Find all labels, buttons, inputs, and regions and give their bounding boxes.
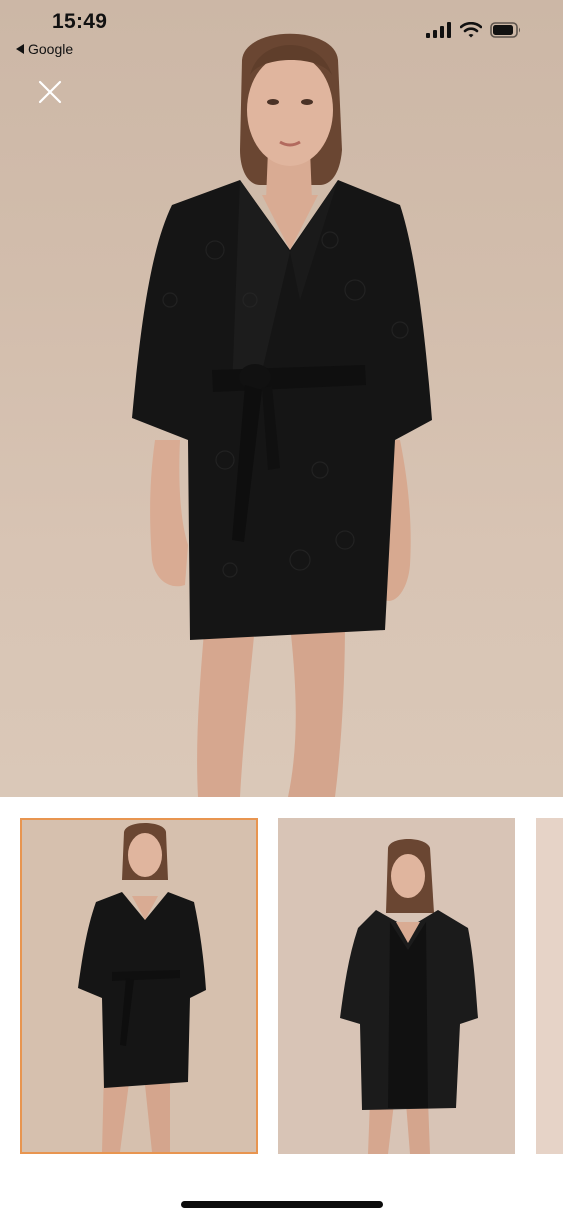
close-button[interactable] (33, 75, 67, 109)
status-icons (426, 22, 522, 38)
thumbnail-2[interactable] (278, 818, 515, 1154)
back-to-google-link[interactable]: Google (16, 41, 73, 57)
thumbnail-1-selected[interactable] (20, 818, 258, 1154)
close-icon (38, 80, 62, 104)
thumbnail-robe-over-slip-image (278, 818, 515, 1154)
thumbnail-robe-front-image (22, 820, 256, 1152)
battery-icon (490, 22, 520, 38)
home-indicator[interactable] (181, 1201, 383, 1208)
wifi-icon (460, 22, 482, 38)
back-arrow-icon (16, 44, 24, 54)
model-figure (132, 33, 432, 797)
thumbnail-3-partial[interactable] (536, 818, 563, 1154)
cellular-signal-icon (426, 22, 451, 38)
main-product-image[interactable] (0, 0, 563, 797)
status-time: 15:49 (52, 10, 108, 33)
back-link-label: Google (28, 41, 74, 57)
